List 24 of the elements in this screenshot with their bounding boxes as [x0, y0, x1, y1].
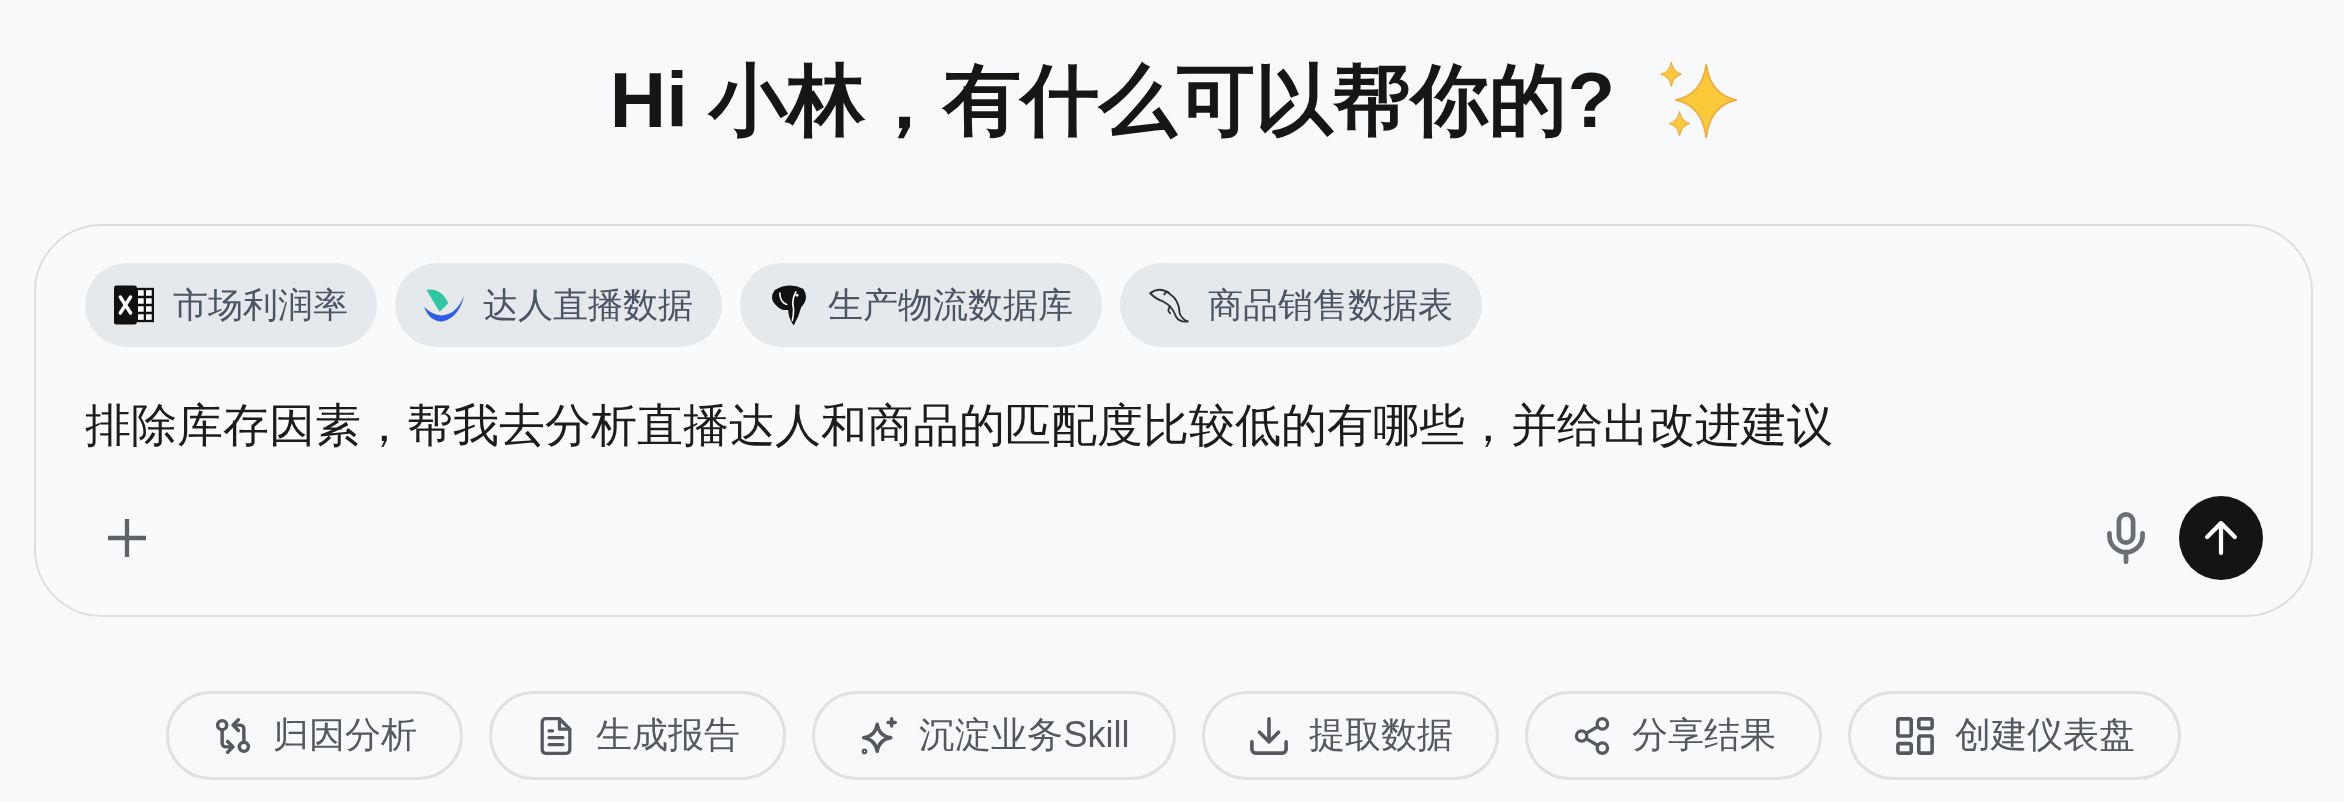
microphone-button[interactable]: [2107, 512, 2145, 564]
compare-arrows-icon: [214, 716, 253, 755]
quick-action-button[interactable]: 归因分析: [166, 691, 464, 780]
data-source-chip[interactable]: 生产物流数据库: [740, 263, 1102, 347]
quick-action-button[interactable]: 生成报告: [489, 691, 787, 780]
download-icon: [1249, 716, 1288, 755]
prompt-input[interactable]: 排除库存因素，帮我去分析直播达人和商品的匹配度比较低的有哪些，并给出改进建议: [85, 393, 2263, 457]
microphone-icon: [2107, 512, 2145, 564]
arrow-up-icon: [2204, 521, 2238, 555]
data-source-chip[interactable]: 达人直播数据: [395, 263, 722, 347]
spreadsheet-icon: [114, 285, 154, 325]
sparkle-icon: [860, 716, 899, 755]
sparkles-icon: [1659, 62, 1738, 138]
share-icon: [1572, 716, 1611, 755]
greeting-title: Hi 小林，有什么可以帮你的?: [609, 55, 1616, 146]
quick-action-button[interactable]: 提取数据: [1201, 691, 1499, 780]
plus-icon: [108, 519, 146, 557]
quick-action-button[interactable]: 沉淀业务Skill: [812, 691, 1176, 780]
data-source-chip[interactable]: 商品销售数据表: [1120, 263, 1482, 347]
data-source-chip[interactable]: 市场利润率: [85, 263, 377, 347]
grid-icon: [1895, 716, 1934, 755]
elephant-icon: [769, 285, 809, 325]
quick-action-button[interactable]: 分享结果: [1524, 691, 1822, 780]
quick-action-button[interactable]: 创建仪表盘: [1847, 691, 2181, 780]
